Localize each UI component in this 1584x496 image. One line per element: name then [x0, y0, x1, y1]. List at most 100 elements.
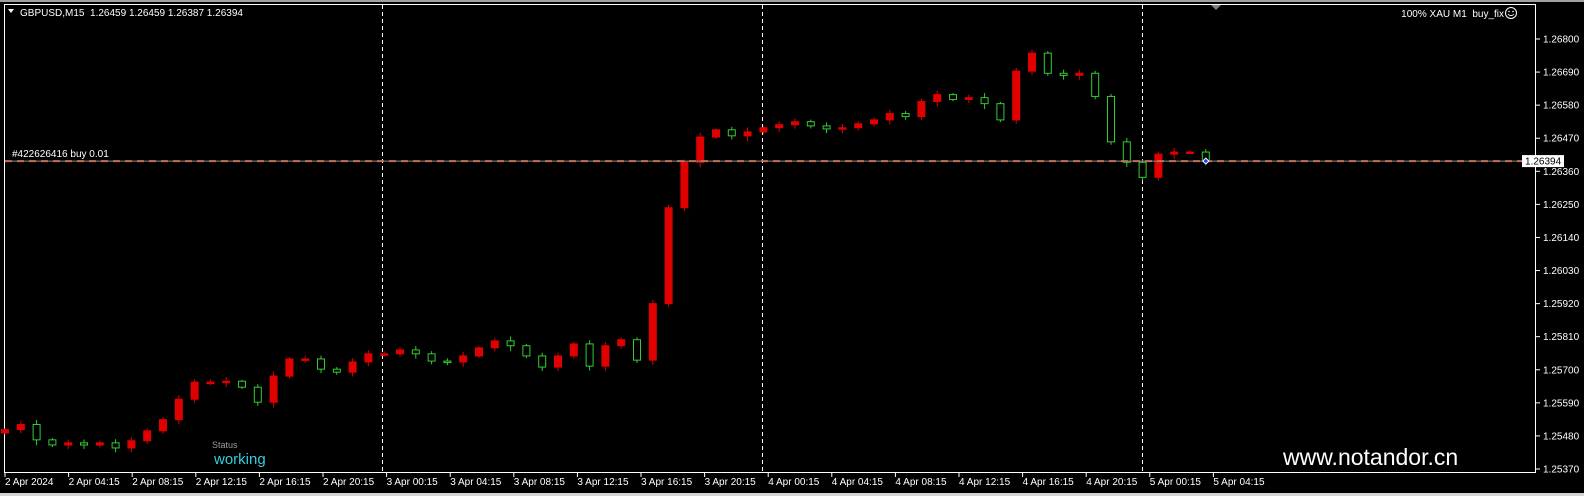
candle — [569, 341, 578, 359]
candle-body — [253, 386, 262, 403]
candle-body — [127, 440, 136, 449]
candle — [996, 101, 1005, 123]
candle — [1012, 67, 1021, 124]
time-tick-label: 3 Apr 20:15 — [705, 477, 757, 488]
candle-body — [522, 345, 531, 357]
price-tick-label: 1.25810 — [1543, 332, 1580, 343]
expert-info: 100% XAU M1 buy_fix — [1401, 9, 1504, 20]
candle-body — [301, 358, 310, 361]
price-tick-label: 1.26470 — [1543, 134, 1580, 145]
time-tick-label: 4 Apr 00:15 — [768, 477, 820, 488]
chart-background — [0, 0, 1584, 496]
candle-body — [964, 97, 973, 100]
candle-body — [1028, 52, 1036, 72]
time-tick-label: 5 Apr 04:15 — [1213, 477, 1265, 488]
candle-body — [1138, 161, 1147, 178]
candle-body — [775, 124, 784, 129]
candle-body — [238, 380, 246, 388]
price-tick-label: 1.25480 — [1543, 431, 1580, 442]
candle-body — [648, 303, 657, 361]
candle — [585, 340, 594, 371]
candle-body — [743, 131, 752, 137]
candle-body — [1107, 95, 1115, 143]
candle-body — [838, 127, 847, 130]
chart-window[interactable]: #422626416 buy 0.01 GBPUSD,M15 1.26459 1… — [0, 0, 1584, 496]
candle — [159, 417, 167, 434]
candle — [269, 371, 278, 408]
time-tick-label: 2 Apr 20:15 — [323, 477, 375, 488]
time-tick-label: 3 Apr 16:15 — [641, 477, 693, 488]
price-tick-label: 1.25370 — [1543, 465, 1580, 476]
candle-body — [80, 442, 88, 446]
candle — [601, 342, 610, 371]
candle — [1091, 70, 1100, 100]
order-line-label: #422626416 buy 0.01 — [12, 149, 109, 160]
candle-body — [727, 129, 736, 137]
candle-body — [696, 136, 705, 163]
candle-body — [143, 430, 152, 442]
price-tick-label: 1.26800 — [1543, 35, 1580, 46]
time-tick-label: 2 Apr 12:15 — [196, 477, 248, 488]
candle — [648, 299, 657, 365]
candle-body — [16, 423, 25, 431]
candle — [190, 379, 199, 403]
candle-body — [475, 347, 483, 357]
price-tick-label: 1.26580 — [1543, 101, 1580, 112]
candle-body — [1, 429, 9, 434]
time-tick-label: 4 Apr 08:15 — [895, 477, 947, 488]
candle-body — [95, 442, 104, 446]
candle-body — [269, 375, 278, 403]
candle-body — [64, 442, 73, 446]
candle-body — [317, 358, 325, 370]
candle-body — [633, 339, 641, 361]
candle — [917, 98, 926, 120]
candle-body — [870, 119, 878, 125]
candle — [696, 132, 705, 168]
time-tick-label: 3 Apr 08:15 — [514, 477, 566, 488]
price-tick-label: 1.26690 — [1543, 68, 1580, 79]
status-value: working — [213, 451, 266, 468]
time-tick-label: 2 Apr 16:15 — [259, 477, 311, 488]
candle-body — [712, 129, 720, 138]
candle-body — [1012, 70, 1021, 121]
candle-body — [285, 358, 294, 377]
status-title: Status — [212, 440, 238, 450]
candle — [1107, 94, 1115, 145]
candle-body — [1043, 52, 1052, 74]
price-tick-label: 1.25920 — [1543, 299, 1580, 310]
time-tick-label: 4 Apr 20:15 — [1086, 477, 1138, 488]
candle — [1122, 137, 1131, 167]
candle-body — [854, 123, 863, 129]
watermark: www.notandor.cn — [1282, 444, 1458, 470]
candle-body — [396, 349, 404, 355]
candle-body — [111, 442, 120, 449]
candle-body — [601, 345, 610, 367]
candle-body — [348, 361, 357, 373]
candle-body — [443, 360, 452, 364]
candle-body — [190, 381, 199, 400]
current-price-text: 1.26394 — [1525, 157, 1562, 168]
candle-body — [680, 161, 689, 209]
candle-body — [1075, 72, 1084, 76]
candle-body — [48, 439, 57, 446]
candle-body — [806, 121, 815, 127]
candle — [633, 337, 641, 364]
price-tick-label: 1.26250 — [1543, 200, 1580, 211]
time-tick-label: 5 Apr 00:15 — [1150, 477, 1202, 488]
candle-body — [996, 103, 1005, 121]
candle-body — [1186, 151, 1194, 155]
candle-body — [917, 101, 926, 118]
time-tick-label: 3 Apr 00:15 — [387, 477, 439, 488]
candle-body — [411, 349, 420, 355]
time-tick-label: 2 Apr 08:15 — [132, 477, 184, 488]
candle-body — [506, 340, 515, 347]
price-tick-label: 1.25700 — [1543, 365, 1580, 376]
candle-body — [822, 125, 831, 130]
time-tick-label: 4 Apr 04:15 — [832, 477, 884, 488]
price-tick-label: 1.26360 — [1543, 167, 1580, 178]
candle-body — [585, 343, 594, 367]
time-tick-label: 3 Apr 12:15 — [577, 477, 629, 488]
time-tick-label: 4 Apr 12:15 — [959, 477, 1011, 488]
candle — [1138, 159, 1147, 181]
candle-body — [901, 113, 910, 118]
